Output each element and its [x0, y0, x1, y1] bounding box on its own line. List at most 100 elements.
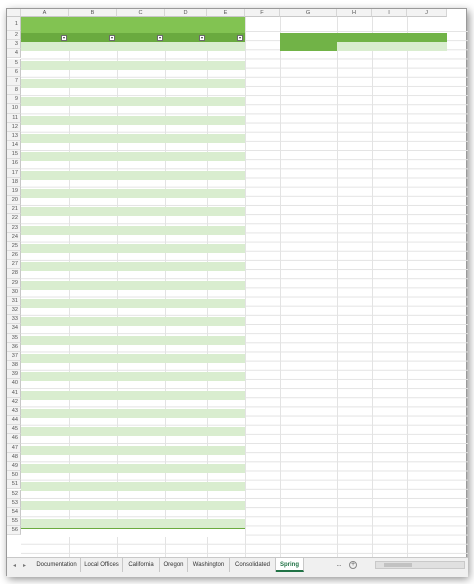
- amount-cell[interactable]: [209, 143, 243, 152]
- table-cell[interactable]: [119, 42, 163, 51]
- table-cell[interactable]: [71, 152, 115, 161]
- table-cell[interactable]: [71, 326, 115, 335]
- amount-cell[interactable]: [209, 253, 243, 262]
- table-cell[interactable]: [167, 106, 205, 115]
- row-header[interactable]: 46: [7, 434, 21, 444]
- table-cell[interactable]: [167, 492, 205, 501]
- amount-cell[interactable]: [209, 482, 243, 491]
- amount-cell[interactable]: [209, 290, 243, 299]
- table-cell[interactable]: [119, 482, 163, 491]
- table-cell[interactable]: [167, 198, 205, 207]
- table-cell[interactable]: [167, 116, 205, 125]
- table-cell[interactable]: [167, 473, 205, 482]
- row-header[interactable]: 31: [7, 296, 21, 307]
- row-header[interactable]: 12: [7, 122, 21, 132]
- table-cell[interactable]: [71, 253, 115, 262]
- table-cell[interactable]: [23, 180, 67, 189]
- row-header[interactable]: 47: [7, 443, 21, 453]
- column-header[interactable]: C: [117, 9, 165, 17]
- table-cell[interactable]: [119, 363, 163, 372]
- table-cell[interactable]: [167, 400, 205, 409]
- total-amount[interactable]: [209, 528, 243, 537]
- table-cell[interactable]: [167, 482, 205, 491]
- table-cell[interactable]: [71, 409, 115, 418]
- column-header[interactable]: J: [407, 9, 447, 17]
- table-cell[interactable]: [23, 510, 67, 519]
- sheet-tab-california[interactable]: California: [123, 558, 160, 572]
- table-cell[interactable]: [167, 418, 205, 427]
- select-all-corner[interactable]: [7, 9, 21, 17]
- row-header[interactable]: 54: [7, 507, 21, 517]
- amount-cell[interactable]: [209, 281, 243, 290]
- table-cell[interactable]: [23, 299, 67, 308]
- table-cell[interactable]: [23, 501, 67, 510]
- amount-cell[interactable]: [209, 381, 243, 390]
- table-cell[interactable]: [119, 134, 163, 143]
- amount-cell[interactable]: [209, 519, 243, 528]
- row-header[interactable]: 35: [7, 333, 21, 343]
- amount-cell[interactable]: [209, 492, 243, 501]
- table-cell[interactable]: [71, 143, 115, 152]
- table-cell[interactable]: [167, 262, 205, 271]
- table-cell[interactable]: [71, 400, 115, 409]
- table-cell[interactable]: [119, 161, 163, 170]
- table-cell[interactable]: [167, 97, 205, 106]
- table-cell[interactable]: [23, 290, 67, 299]
- row-header[interactable]: 1: [7, 17, 21, 31]
- row-header[interactable]: 39: [7, 370, 21, 380]
- table-cell[interactable]: [23, 354, 67, 363]
- table-cell[interactable]: [119, 226, 163, 235]
- row-header[interactable]: 34: [7, 324, 21, 334]
- table-cell[interactable]: [119, 244, 163, 253]
- table-cell[interactable]: [71, 97, 115, 106]
- sheet-tab-spring[interactable]: Spring: [276, 558, 304, 572]
- amount-cell[interactable]: [209, 106, 243, 115]
- table-cell[interactable]: [119, 88, 163, 97]
- amount-cell[interactable]: [209, 244, 243, 253]
- table-cell[interactable]: [119, 97, 163, 106]
- amount-cell[interactable]: [209, 116, 243, 125]
- table-cell[interactable]: [119, 143, 163, 152]
- table-cell[interactable]: [119, 381, 163, 390]
- table-cell[interactable]: [167, 519, 205, 528]
- table-cell[interactable]: [167, 308, 205, 317]
- prev-sheet-icon[interactable]: ◂: [13, 562, 16, 569]
- row-header[interactable]: 52: [7, 489, 21, 499]
- row-header[interactable]: 37: [7, 351, 21, 362]
- row-header[interactable]: 11: [7, 113, 21, 123]
- table-cell[interactable]: [167, 180, 205, 189]
- filter-dropdown-icon[interactable]: [157, 34, 163, 41]
- row-header[interactable]: 9: [7, 95, 21, 105]
- sheet-tab-documentation[interactable]: Documentation: [33, 558, 81, 572]
- table-cell[interactable]: [167, 317, 205, 326]
- table-cell[interactable]: [167, 171, 205, 180]
- table-cell[interactable]: [119, 235, 163, 244]
- table-cell[interactable]: [23, 391, 67, 400]
- table-cell[interactable]: [167, 354, 205, 363]
- amount-cell[interactable]: [209, 226, 243, 235]
- table-cell[interactable]: [119, 70, 163, 79]
- table-cell[interactable]: [71, 161, 115, 170]
- table-cell[interactable]: [167, 326, 205, 335]
- table-cell[interactable]: [23, 363, 67, 372]
- table-cell[interactable]: [23, 345, 67, 354]
- amount-cell[interactable]: [209, 317, 243, 326]
- amount-cell[interactable]: [209, 427, 243, 436]
- row-header[interactable]: 18: [7, 177, 21, 187]
- table-cell[interactable]: [23, 42, 67, 51]
- lookup-level-value[interactable]: [409, 42, 445, 51]
- row-header[interactable]: 24: [7, 232, 21, 242]
- table-cell[interactable]: [71, 299, 115, 308]
- table-cell[interactable]: [71, 42, 115, 51]
- table-cell[interactable]: [119, 216, 163, 225]
- table-cell[interactable]: [167, 372, 205, 381]
- table-cell[interactable]: [71, 226, 115, 235]
- column-header[interactable]: D: [165, 9, 207, 17]
- table-cell[interactable]: [23, 400, 67, 409]
- row-header[interactable]: 7: [7, 76, 21, 86]
- row-header[interactable]: 38: [7, 361, 21, 371]
- table-cell[interactable]: [23, 116, 67, 125]
- row-header[interactable]: 43: [7, 406, 21, 417]
- column-header[interactable]: G: [280, 9, 337, 17]
- table-cell[interactable]: [119, 317, 163, 326]
